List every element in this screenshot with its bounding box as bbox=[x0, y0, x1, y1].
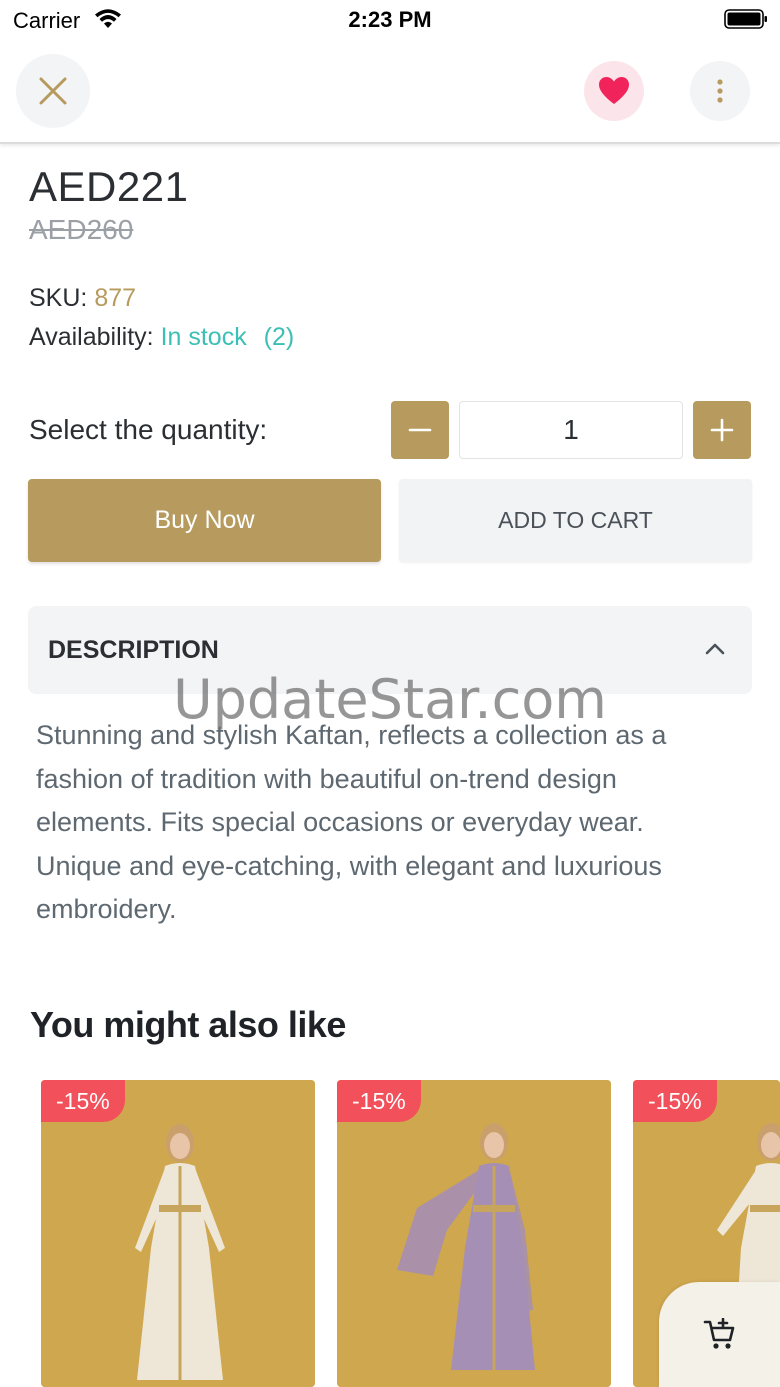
product-image bbox=[41, 1080, 315, 1387]
availability-status: In stock bbox=[160, 323, 247, 351]
more-options-button[interactable] bbox=[690, 61, 750, 121]
close-icon bbox=[39, 77, 67, 105]
quantity-input[interactable]: 1 bbox=[459, 401, 683, 459]
discount-badge: -15% bbox=[41, 1080, 125, 1122]
close-button[interactable] bbox=[16, 54, 90, 128]
quantity-decrease-button[interactable] bbox=[391, 401, 449, 459]
floating-cart-button[interactable] bbox=[659, 1282, 780, 1387]
product-price: AED221 bbox=[29, 163, 189, 210]
discount-badge: -15% bbox=[633, 1080, 717, 1122]
availability-row: Availability: In stock (2) bbox=[29, 323, 294, 352]
sku-row: SKU: 877 bbox=[29, 284, 136, 313]
minus-icon bbox=[408, 428, 432, 432]
sku-value: 877 bbox=[94, 284, 137, 312]
original-price: AED260 bbox=[29, 214, 134, 245]
recommendations-title: You might also like bbox=[30, 1004, 346, 1045]
quantity-label: Select the quantity: bbox=[29, 414, 268, 445]
plus-icon bbox=[710, 418, 734, 442]
description-text: Stunning and stylish Kaftan, reflects a … bbox=[36, 720, 667, 924]
chevron-up-icon bbox=[705, 643, 725, 655]
discount-badge: -15% bbox=[337, 1080, 421, 1122]
availability-label: Availability: bbox=[29, 323, 154, 351]
add-to-cart-button[interactable]: ADD TO CART bbox=[399, 479, 752, 562]
description-title: DESCRIPTION bbox=[48, 636, 219, 664]
top-nav-bar bbox=[0, 40, 780, 144]
heart-icon bbox=[599, 77, 629, 104]
status-bar: Carrier 2:23 PM bbox=[0, 0, 780, 40]
product-image bbox=[337, 1080, 611, 1387]
buy-now-button[interactable]: Buy Now bbox=[28, 479, 381, 562]
product-card[interactable]: -15% bbox=[41, 1080, 315, 1387]
product-card[interactable]: -15% bbox=[337, 1080, 611, 1387]
quantity-increase-button[interactable] bbox=[693, 401, 751, 459]
more-vertical-icon bbox=[717, 79, 723, 103]
sku-label: SKU: bbox=[29, 284, 88, 312]
clock: 2:23 PM bbox=[348, 7, 432, 32]
stock-count: (2) bbox=[263, 323, 295, 351]
favorite-button[interactable] bbox=[584, 61, 644, 121]
description-accordion-header[interactable]: DESCRIPTION bbox=[28, 606, 752, 694]
add-to-cart-icon bbox=[703, 1317, 734, 1349]
battery-icon bbox=[724, 9, 767, 29]
